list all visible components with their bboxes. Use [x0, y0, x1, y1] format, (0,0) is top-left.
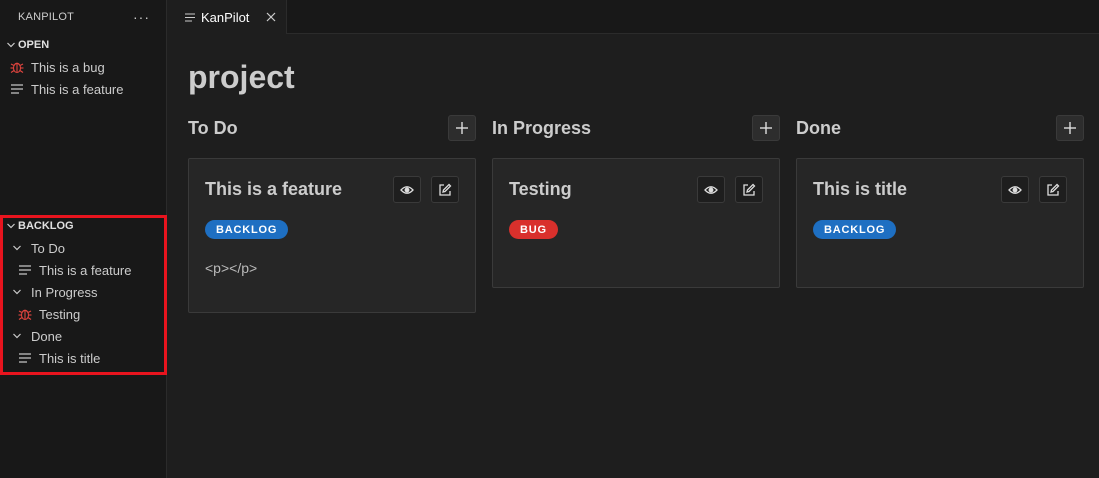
- column-in-progress: In Progress Testing BUG: [492, 115, 780, 288]
- backlog-section: BACKLOG To Do This is a feature In Progr…: [0, 215, 167, 369]
- column-done: Done This is title BACKLOG: [796, 115, 1084, 288]
- sidebar-title: KANPILOT: [18, 11, 75, 23]
- backlog-group-label: To Do: [31, 240, 65, 256]
- board: project To Do This is a feature BACKLOG …: [167, 35, 1099, 478]
- column-todo: To Do This is a feature BACKLOG <p></p>: [188, 115, 476, 313]
- bug-icon: [9, 59, 25, 75]
- backlog-item-testing[interactable]: Testing: [0, 303, 167, 325]
- status-badge: BUG: [509, 220, 558, 239]
- plus-icon: [1064, 122, 1076, 134]
- tab-kanpilot[interactable]: KanPilot: [167, 0, 287, 34]
- tab-bar: KanPilot: [167, 0, 1099, 34]
- add-card-button[interactable]: [448, 115, 476, 141]
- backlog-group-done[interactable]: Done: [0, 325, 167, 347]
- open-item-label: This is a feature: [31, 81, 124, 97]
- chevron-down-icon: [9, 240, 25, 256]
- column-title: In Progress: [492, 117, 592, 138]
- column-header: In Progress: [492, 115, 780, 141]
- feature-lines-icon: [17, 350, 33, 366]
- section-open-header[interactable]: OPEN: [0, 34, 166, 56]
- bug-icon: [17, 306, 33, 322]
- status-badge: BACKLOG: [813, 220, 897, 239]
- backlog-group-todo[interactable]: To Do: [0, 237, 167, 259]
- backlog-item-label: Testing: [39, 306, 81, 322]
- edit-button[interactable]: [431, 176, 459, 203]
- backlog-item-label: This is a feature: [39, 262, 132, 278]
- view-button[interactable]: [697, 176, 725, 203]
- card-title: Testing: [509, 179, 572, 199]
- card-title: This is a feature: [205, 179, 343, 199]
- plus-icon: [456, 122, 468, 134]
- section-open-label: OPEN: [18, 39, 50, 51]
- chevron-down-icon: [9, 328, 25, 344]
- section-backlog-label: BACKLOG: [18, 220, 74, 232]
- section-backlog-header[interactable]: BACKLOG: [0, 215, 167, 237]
- feature-lines-icon: [185, 13, 195, 22]
- view-button[interactable]: [1001, 176, 1029, 203]
- add-card-button[interactable]: [1056, 115, 1084, 141]
- card-body: <p></p>: [205, 260, 258, 276]
- view-button[interactable]: [393, 176, 421, 203]
- eye-icon: [704, 185, 718, 194]
- status-badge: BACKLOG: [205, 220, 289, 239]
- backlog-item-feature[interactable]: This is a feature: [0, 259, 167, 281]
- eye-icon: [1008, 185, 1022, 194]
- open-item-feature[interactable]: This is a feature: [0, 78, 166, 100]
- more-actions-button[interactable]: ···: [133, 9, 150, 25]
- eye-icon: [400, 185, 414, 194]
- column-header: Done: [796, 115, 1084, 141]
- card[interactable]: Testing BUG: [492, 158, 780, 288]
- backlog-item-title[interactable]: This is title: [0, 347, 167, 369]
- backlog-group-label: In Progress: [31, 284, 98, 300]
- sidebar-header: KANPILOT ···: [0, 0, 166, 34]
- chevron-down-icon: [4, 38, 18, 52]
- page-title: project: [188, 59, 295, 95]
- add-card-button[interactable]: [752, 115, 780, 141]
- column-header: To Do: [188, 115, 476, 141]
- close-icon[interactable]: [264, 10, 278, 24]
- backlog-group-label: Done: [31, 328, 63, 344]
- chevron-down-icon: [9, 284, 25, 300]
- edit-button[interactable]: [1039, 176, 1067, 203]
- backlog-item-label: This is title: [39, 350, 101, 366]
- column-title: To Do: [188, 117, 238, 138]
- chevron-down-icon: [4, 219, 18, 233]
- tab-label: KanPilot: [201, 9, 250, 25]
- open-list: This is a bug This is a feature: [0, 56, 166, 100]
- card[interactable]: This is title BACKLOG: [796, 158, 1084, 288]
- feature-lines-icon: [17, 262, 33, 278]
- backlog-group-in-progress[interactable]: In Progress: [0, 281, 167, 303]
- open-item-bug[interactable]: This is a bug: [0, 56, 166, 78]
- feature-lines-icon: [9, 81, 25, 97]
- card-title: This is title: [813, 179, 908, 199]
- open-item-label: This is a bug: [31, 59, 105, 75]
- plus-icon: [760, 122, 772, 134]
- edit-button[interactable]: [735, 176, 763, 203]
- column-title: Done: [796, 117, 841, 138]
- edit-icon: [439, 183, 452, 196]
- edit-icon: [1047, 183, 1060, 196]
- card[interactable]: This is a feature BACKLOG <p></p>: [188, 158, 476, 313]
- sidebar: KANPILOT ··· OPEN This is a bug This is …: [0, 0, 167, 478]
- edit-icon: [743, 183, 756, 196]
